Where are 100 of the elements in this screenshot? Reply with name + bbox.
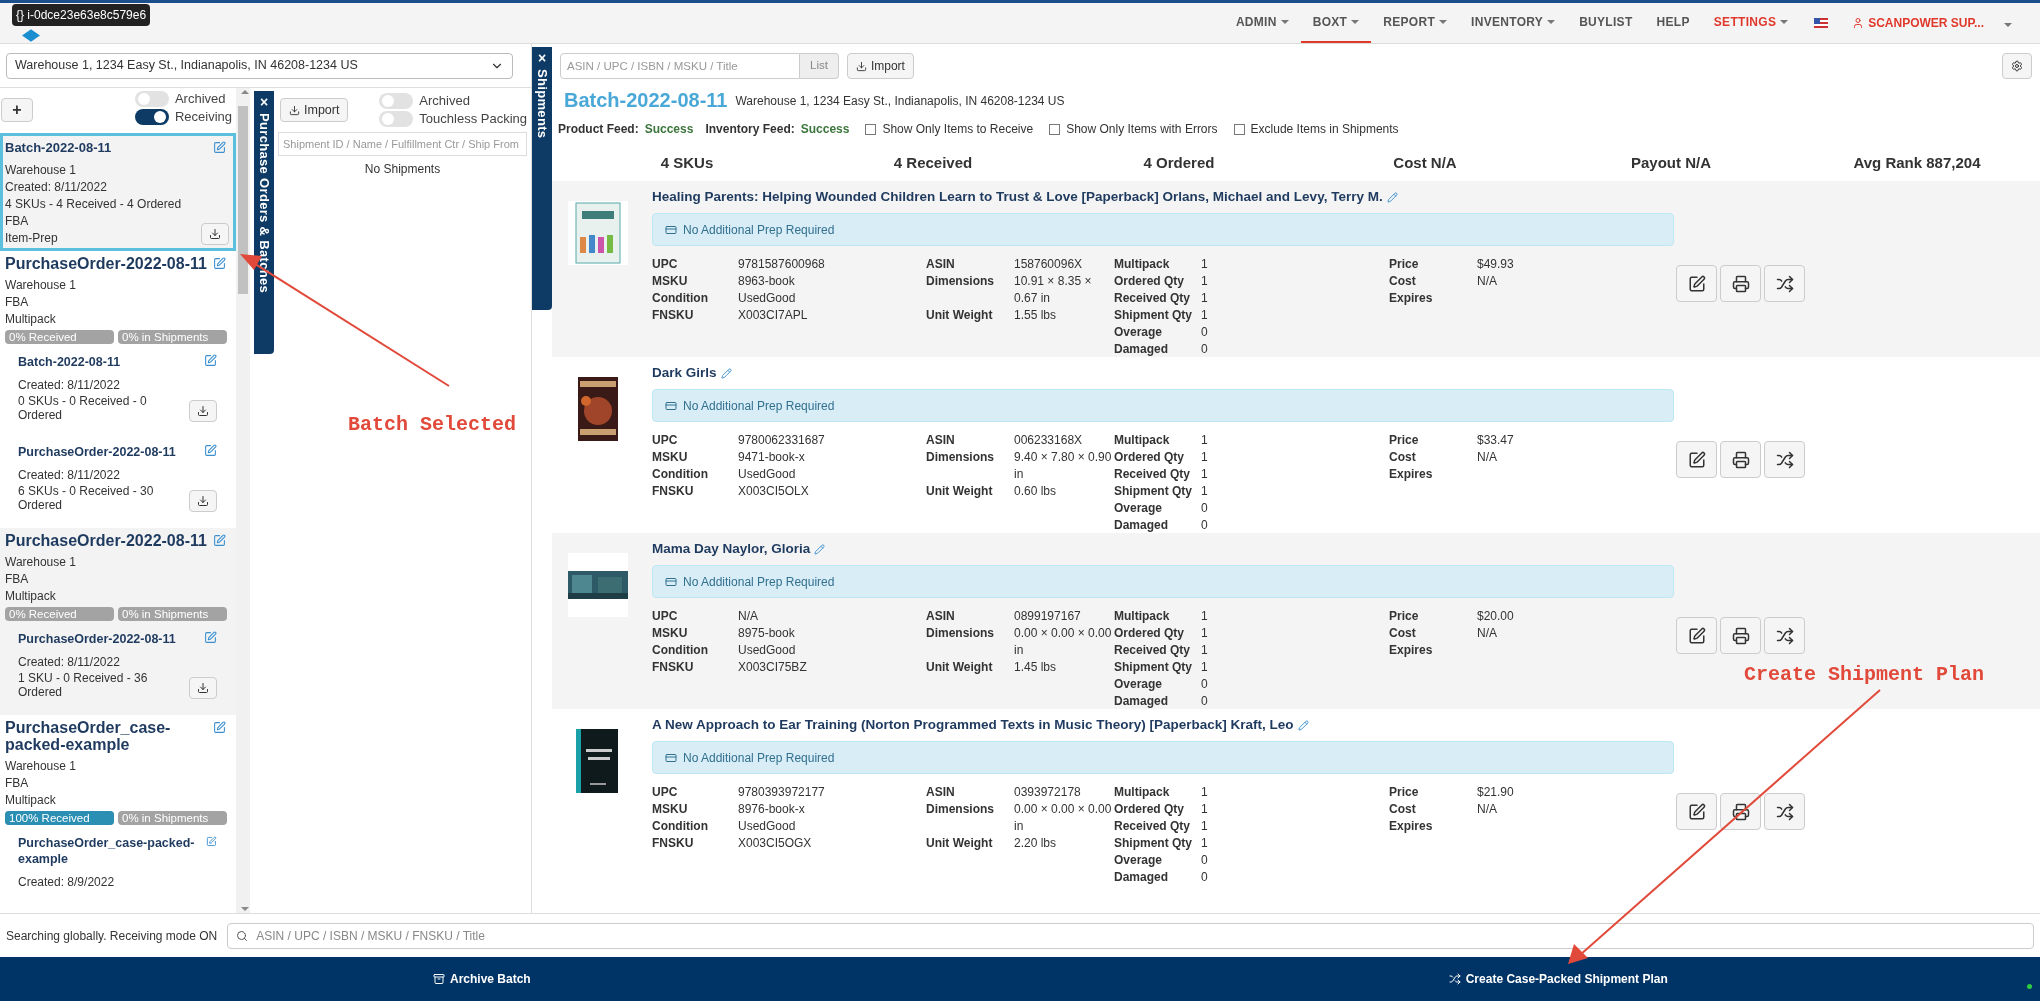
download-button[interactable]: [189, 677, 217, 699]
field-value: 1: [1201, 642, 1209, 660]
action-button[interactable]: Archive Batch: [433, 970, 531, 988]
nav-menu-item[interactable]: INVENTORY: [1459, 3, 1568, 43]
action-button[interactable]: Create Case-Packed Shipment Plan: [1448, 970, 1668, 988]
nav-menu-item[interactable]: BOXT: [1300, 3, 1372, 43]
batch-title[interactable]: PurchaseOrder-2022-08-11: [18, 444, 176, 460]
toggle-switch[interactable]: [134, 109, 169, 125]
field-value: 1: [1201, 256, 1209, 274]
field-label: ASIN: [926, 432, 956, 450]
batch-title[interactable]: Batch-2022-08-11: [18, 354, 121, 370]
field-value: 0393972178: [1014, 784, 1082, 802]
side-tab[interactable]: × Shipments: [532, 47, 552, 310]
shuffle-button[interactable]: [1764, 441, 1805, 479]
summary-stat: Payout N/A: [1630, 153, 1712, 173]
field-value: 9781587600968: [738, 256, 826, 274]
batch-heading: Batch-2022-08-11: [564, 88, 728, 112]
checkbox[interactable]: [1049, 123, 1061, 135]
edit-button[interactable]: [1676, 617, 1717, 655]
field-label: Shipment Qty: [1114, 835, 1193, 853]
prep-text: No Additional Prep Required: [683, 397, 835, 415]
product-title[interactable]: Mama Day Naylor, Gloria: [652, 539, 811, 560]
download-button[interactable]: [201, 223, 229, 245]
product-title[interactable]: Healing Parents: Helping Wounded Children Learn to Trust & Love [Paperback] Orlans, Michael and Levy, Terry M.: [652, 187, 1383, 208]
product-title[interactable]: A New Approach to Ear Training (Norton Programmed Texts in Music Theory) [Paperback] Kraft, Leo: [652, 715, 1294, 736]
field-label: MSKU: [652, 801, 689, 819]
print-button[interactable]: [1720, 441, 1761, 479]
field-value: 1: [1201, 835, 1209, 853]
field-value: 0: [1201, 500, 1209, 518]
shipment-search-field[interactable]: Shipment ID / Name / Fulfillment Ctr / Ship From: [278, 132, 527, 156]
field-label: MSKU: [652, 449, 689, 467]
side-tab[interactable]: × Purchase Orders & Batches: [254, 91, 274, 354]
field-value: $33.47: [1477, 432, 1515, 450]
field-label: Unit Weight: [926, 835, 994, 853]
edit-button[interactable]: [1676, 793, 1717, 831]
nav-menu-item[interactable]: SETTINGS: [1701, 3, 1801, 43]
checkbox[interactable]: [1233, 123, 1245, 135]
field-value: 0.60 lbs: [1014, 483, 1058, 501]
global-search-field[interactable]: ASIN / UPC / ISBN / MSKU / FNSKU / Title: [227, 922, 2034, 949]
settings-button[interactable]: [2002, 53, 2032, 79]
checkbox[interactable]: [865, 123, 877, 135]
edit-icon[interactable]: [213, 257, 226, 270]
scrollbar[interactable]: [236, 88, 250, 913]
edit-icon[interactable]: [213, 534, 226, 547]
print-button[interactable]: [1720, 265, 1761, 303]
edit-icon[interactable]: [213, 721, 226, 734]
print-button[interactable]: [1720, 617, 1761, 655]
import-button[interactable]: Import: [846, 53, 914, 79]
edit-button[interactable]: [1676, 265, 1717, 303]
progress-bar: 0% in Shipments: [118, 330, 227, 344]
shuffle-icon: [1775, 626, 1794, 645]
feed-status: Success: [800, 121, 850, 138]
field-label: Condition: [652, 466, 709, 484]
field-value: 8963-book: [738, 273, 796, 291]
print-button[interactable]: [1720, 793, 1761, 831]
order-title[interactable]: PurchaseOrder_case-packed-example: [5, 719, 213, 753]
edit-icon[interactable]: [213, 141, 226, 154]
summary-stat: 4 Ordered: [1142, 153, 1216, 173]
field-label: Shipment Qty: [1114, 483, 1193, 501]
order-card[interactable]: PurchaseOrder-2022-08-11 Warehouse 1 FBA Multipack 0% Received 0% in Shipments PurchaseOrder-2022-08-11 Created: 8/11/2022 1 SKU - 0 Received - 36 Ordered: [0, 528, 236, 715]
user-menu[interactable]: SCANPOWER SUP...: [1842, 14, 2022, 32]
download-button[interactable]: [189, 490, 217, 512]
edit-icon[interactable]: [204, 631, 217, 644]
add-button[interactable]: +: [1, 98, 33, 122]
nav-menu-item[interactable]: BUYLIST: [1567, 3, 1645, 43]
card-icon: [665, 751, 677, 764]
product-search-field[interactable]: ASIN / UPC / ISBN / MSKU / Title: [560, 53, 800, 79]
toggle-label: Archived: [174, 90, 226, 109]
toggle-switch[interactable]: [379, 111, 414, 127]
edit-icon[interactable]: [204, 444, 217, 457]
batch-title[interactable]: PurchaseOrder_case-packed-example: [18, 835, 207, 867]
shuffle-button[interactable]: [1764, 793, 1805, 831]
edit-icon[interactable]: [720, 367, 732, 379]
shuffle-button[interactable]: [1764, 265, 1805, 303]
field-label: Price: [1389, 256, 1420, 274]
field-label: ASIN: [926, 784, 956, 802]
batch-title[interactable]: PurchaseOrder-2022-08-11: [18, 631, 176, 647]
product-title[interactable]: Dark Girls: [652, 363, 717, 384]
order-title[interactable]: Batch-2022-08-11: [5, 139, 112, 157]
checkbox-label: Show Only Items to Receive: [882, 121, 1034, 138]
field-value: X003CI5OGX: [738, 835, 813, 853]
edit-icon[interactable]: [204, 354, 217, 367]
edit-icon[interactable]: [206, 835, 217, 848]
download-button[interactable]: [189, 400, 217, 422]
warehouse-select[interactable]: Warehouse 1, 1234 Easy St., Indianapolis, IN 46208-1234 US: [6, 52, 513, 79]
order-title[interactable]: PurchaseOrder-2022-08-11: [5, 255, 207, 272]
flag-icon[interactable]: [1814, 18, 1829, 28]
nav-menu-item[interactable]: REPORT: [1371, 3, 1460, 43]
edit-icon[interactable]: [1297, 719, 1309, 731]
edit-button[interactable]: [1676, 441, 1717, 479]
feed-label: Product Feed:: [558, 121, 639, 138]
order-title[interactable]: PurchaseOrder-2022-08-11: [5, 532, 207, 549]
toggle-switch[interactable]: [134, 91, 169, 107]
field-value: 0899197167: [1014, 608, 1082, 626]
toggle-switch[interactable]: [379, 93, 414, 109]
shuffle-button[interactable]: [1764, 617, 1805, 655]
nav-menu-item[interactable]: HELP: [1644, 3, 1702, 43]
nav-menu-item[interactable]: ADMIN: [1223, 3, 1301, 43]
import-button[interactable]: Import: [280, 98, 349, 122]
order-card[interactable]: Batch-2022-08-11 Warehouse 1 Created: 8/11/2022 4 SKUs - 4 Received - 4 Ordered FBA Item-Prep: [0, 133, 236, 251]
